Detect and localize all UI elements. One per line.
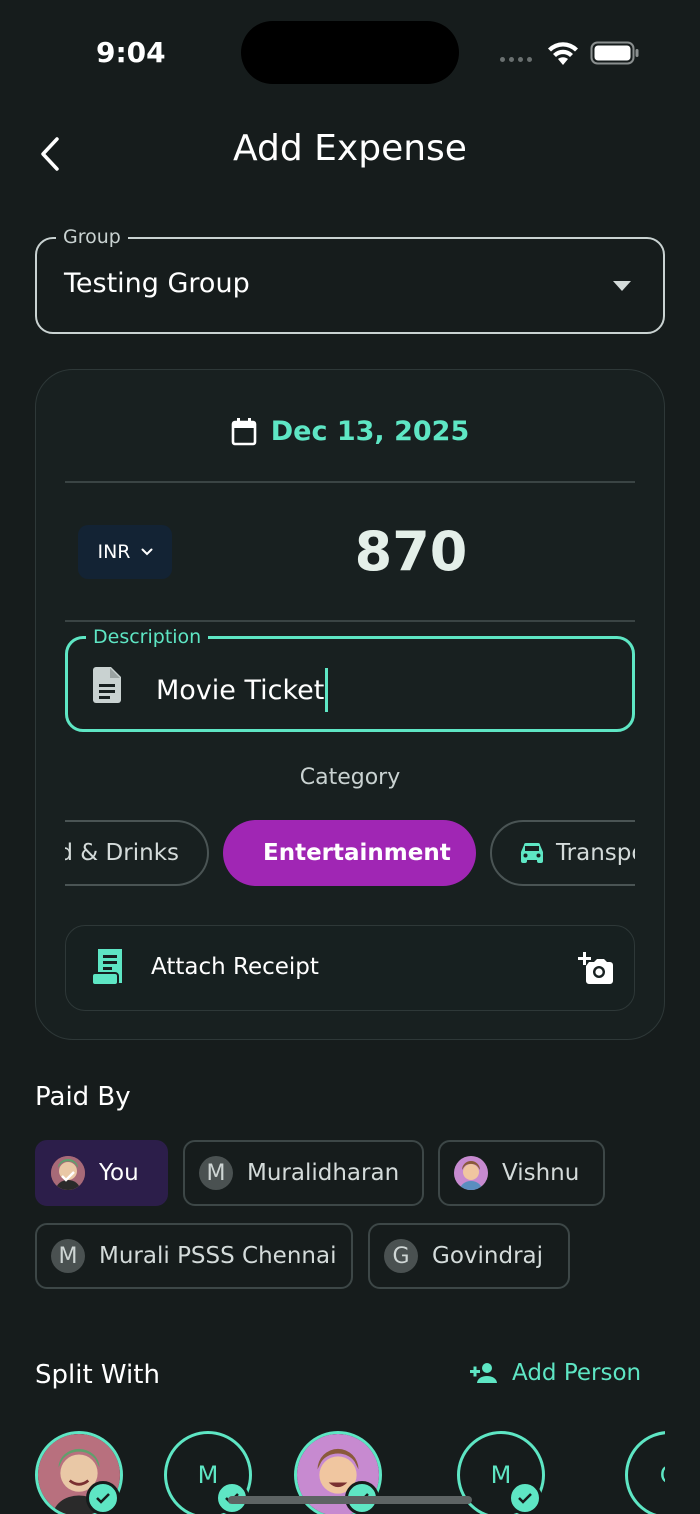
currency-select[interactable]: INR bbox=[78, 525, 172, 579]
add-photo-icon[interactable] bbox=[577, 952, 613, 984]
check-icon bbox=[86, 1481, 120, 1514]
avatar: G bbox=[384, 1239, 418, 1273]
attach-receipt-label: Attach Receipt bbox=[151, 954, 319, 980]
calendar-icon bbox=[231, 417, 257, 445]
avatar bbox=[51, 1156, 85, 1190]
category-chip-transport[interactable]: Transpo bbox=[490, 820, 635, 886]
category-label: Category bbox=[299, 765, 401, 790]
category-chip-entertainment[interactable]: Entertainment bbox=[223, 820, 476, 886]
split-member-govindraj[interactable]: G bbox=[625, 1431, 665, 1514]
paid-by-title: Paid By bbox=[35, 1082, 131, 1112]
payer-chip-murali-psss-chennai[interactable]: M Murali PSSS Chennai bbox=[35, 1223, 353, 1289]
status-time: 9:04 bbox=[96, 36, 166, 69]
text-caret bbox=[325, 668, 329, 712]
document-icon bbox=[93, 667, 121, 703]
group-field-label: Group bbox=[56, 226, 128, 248]
payer-name: You bbox=[99, 1160, 139, 1186]
description-field-label: Description bbox=[86, 626, 209, 648]
description-value: Movie Ticket bbox=[156, 674, 325, 706]
category-chip-food-drinks[interactable]: od & Drinks bbox=[65, 820, 209, 886]
member-initial: M bbox=[197, 1461, 219, 1489]
payer-name: Vishnu bbox=[502, 1160, 580, 1186]
split-member-govindraj-clip: G bbox=[625, 1431, 665, 1514]
category-chip-label: Entertainment bbox=[263, 840, 451, 866]
description-text: Movie Ticket bbox=[156, 668, 329, 712]
receipt-icon bbox=[92, 949, 122, 986]
check-icon bbox=[508, 1481, 542, 1514]
home-indicator bbox=[228, 1496, 472, 1504]
category-chip-label: od & Drinks bbox=[65, 840, 179, 866]
payer-name: Murali PSSS Chennai bbox=[99, 1243, 337, 1269]
user-avatar-icon bbox=[51, 1156, 85, 1190]
divider bbox=[65, 620, 635, 622]
avatar: M bbox=[199, 1156, 233, 1190]
payer-chip-vishnu[interactable]: Vishnu bbox=[438, 1140, 605, 1206]
add-person-button[interactable]: Add Person bbox=[470, 1360, 641, 1386]
date-picker-button[interactable]: Dec 13, 2025 bbox=[0, 416, 700, 447]
divider bbox=[65, 481, 635, 483]
member-initial: G bbox=[660, 1461, 665, 1489]
dynamic-island bbox=[241, 21, 459, 84]
dropdown-caret-icon bbox=[613, 281, 631, 291]
category-scroller[interactable]: od & Drinks Entertainment Transpo bbox=[65, 820, 635, 886]
add-person-label: Add Person bbox=[512, 1360, 642, 1386]
battery-icon bbox=[590, 41, 639, 65]
split-with-title: Split With bbox=[35, 1360, 160, 1390]
currency-code: INR bbox=[97, 541, 131, 563]
expense-date: Dec 13, 2025 bbox=[270, 416, 470, 447]
payer-chip-you[interactable]: You bbox=[35, 1140, 168, 1206]
group-selected-value: Testing Group bbox=[64, 268, 250, 299]
payer-name: Govindraj bbox=[432, 1243, 544, 1269]
user-avatar-icon bbox=[454, 1156, 488, 1190]
payer-name: Muralidharan bbox=[247, 1160, 400, 1186]
car-icon bbox=[521, 843, 543, 863]
category-chip-label: Transpo bbox=[556, 840, 635, 866]
add-person-icon bbox=[470, 1363, 497, 1383]
description-input[interactable] bbox=[65, 636, 635, 732]
member-initial: M bbox=[490, 1461, 512, 1489]
payer-chip-muralidharan[interactable]: M Muralidharan bbox=[183, 1140, 424, 1206]
amount-input[interactable]: 870 bbox=[300, 520, 522, 583]
cellular-signal-icon bbox=[500, 57, 532, 62]
chevron-down-icon bbox=[141, 548, 153, 556]
wifi-icon bbox=[548, 42, 578, 65]
page-title: Add Expense bbox=[233, 128, 467, 169]
avatar bbox=[454, 1156, 488, 1190]
payer-chip-govindraj[interactable]: G Govindraj bbox=[368, 1223, 570, 1289]
avatar: M bbox=[51, 1239, 85, 1273]
